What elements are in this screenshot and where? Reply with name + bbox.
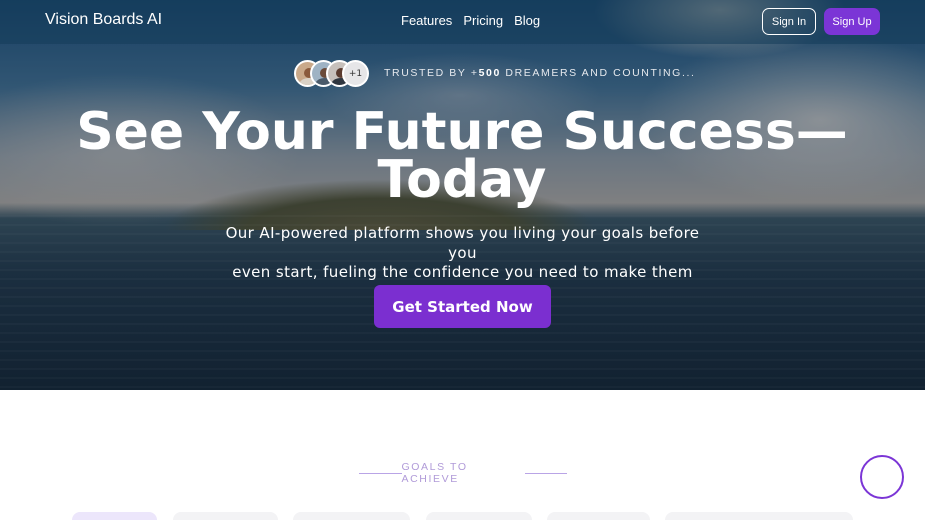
top-navbar: Vision Boards AI Features Pricing Blog S… — [0, 0, 925, 44]
divider-left — [359, 472, 402, 474]
sign-up-button[interactable]: Sign Up — [824, 8, 880, 35]
trust-statement: TRUSTED BY +500 DREAMERS AND COUNTING... — [384, 67, 696, 79]
divider-right — [524, 472, 567, 474]
goals-section-label: GOALS TO ACHIEVE — [359, 461, 567, 485]
goal-tab[interactable] — [72, 512, 157, 520]
goal-tab[interactable] — [547, 512, 650, 520]
nav-link-blog[interactable]: Blog — [514, 13, 540, 28]
goal-tab[interactable] — [173, 512, 278, 520]
nav-link-pricing[interactable]: Pricing — [463, 13, 503, 28]
hero-headline: See Your Future Success— Today — [76, 102, 848, 210]
nav-links: Features Pricing Blog — [401, 13, 540, 28]
avatar-more-count: +1 — [342, 60, 369, 87]
goal-tab[interactable] — [293, 512, 410, 520]
brand-logo[interactable]: Vision Boards AI — [45, 11, 162, 29]
nav-link-features[interactable]: Features — [401, 13, 452, 28]
chat-bubble-icon[interactable] — [860, 455, 904, 499]
goal-tab[interactable] — [665, 512, 853, 520]
sign-in-button[interactable]: Sign In — [762, 8, 816, 35]
trust-count: 500 — [478, 67, 501, 79]
hero-section: Vision Boards AI Features Pricing Blog S… — [0, 0, 925, 390]
user-avatars: +1 — [294, 60, 374, 87]
get-started-button[interactable]: Get Started Now — [374, 285, 551, 328]
goal-tab[interactable] — [426, 512, 532, 520]
